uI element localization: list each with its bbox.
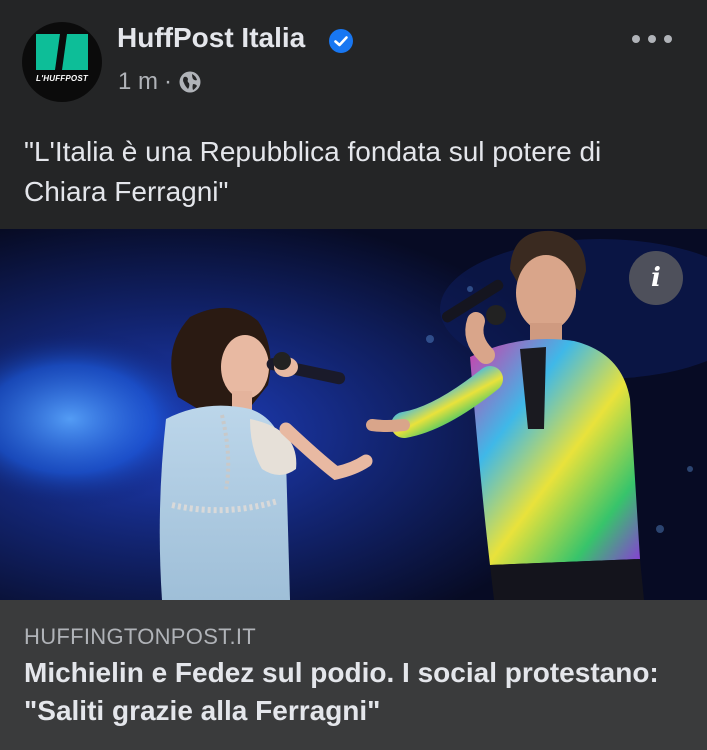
link-headline[interactable]: Michielin e Fedez sul podio. I social pr… — [24, 654, 684, 730]
post-timestamp[interactable]: 1 m — [118, 68, 158, 96]
post-header: L'HUFFPOST HuffPost Italia 1 m · — [0, 0, 707, 110]
huffpost-logo-icon — [36, 34, 88, 70]
post-photo[interactable] — [0, 229, 707, 600]
link-domain: HUFFINGTONPOST.IT — [24, 624, 257, 649]
avatar-logo-text: L'HUFFPOST — [36, 74, 88, 83]
page-avatar[interactable]: L'HUFFPOST — [22, 22, 102, 102]
post-caption: "L'Italia è una Repubblica fondata sul p… — [24, 136, 602, 207]
page-name-link[interactable]: HuffPost Italia — [117, 22, 305, 54]
post-meta: 1 m · — [118, 68, 202, 96]
more-options-icon[interactable] — [632, 24, 672, 54]
performers-photo-illustration — [0, 229, 707, 600]
globe-icon[interactable] — [178, 70, 202, 94]
meta-separator: · — [164, 68, 173, 95]
verified-badge-icon — [329, 29, 353, 53]
link-preview-card[interactable]: HUFFINGTONPOST.IT Michielin e Fedez sul … — [0, 600, 707, 750]
facebook-post: L'HUFFPOST HuffPost Italia 1 m · "L'Ital… — [0, 0, 707, 750]
image-info-button[interactable]: i — [629, 251, 683, 305]
